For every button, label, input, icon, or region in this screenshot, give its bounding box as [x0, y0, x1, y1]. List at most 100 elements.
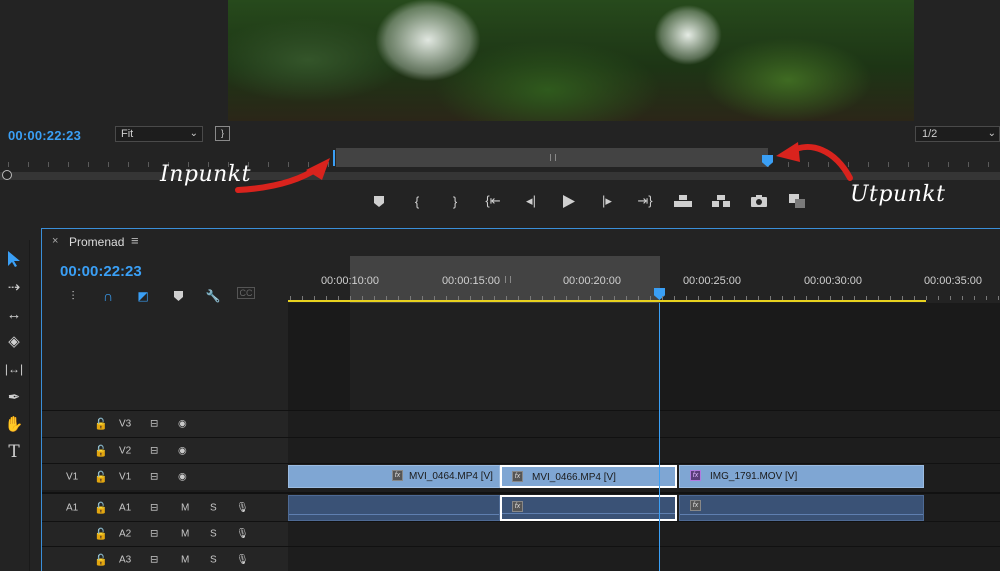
sync-lock-icon[interactable]: ⊟	[150, 502, 158, 513]
captions-icon[interactable]: CC	[237, 287, 255, 299]
track-content[interactable]	[288, 522, 1000, 546]
sync-lock-icon[interactable]: ⊟	[150, 529, 158, 540]
timeline-timecode[interactable]: 00:00:22:23	[60, 263, 142, 280]
step-back-icon[interactable]: ◂|	[520, 191, 542, 211]
range-grip[interactable]	[550, 154, 556, 161]
track-header: 🔓 V2 ⊟ ◉	[42, 438, 288, 463]
comparison-icon[interactable]	[786, 191, 808, 211]
audio-clip[interactable]: fx	[679, 495, 924, 521]
camera-icon[interactable]	[748, 191, 770, 211]
track-area-empty	[288, 303, 350, 410]
track-content[interactable]	[288, 411, 1000, 437]
ruler-tick	[878, 296, 879, 300]
work-area-bar[interactable]	[288, 300, 926, 302]
pen-tool-icon[interactable]: ✒	[3, 386, 25, 408]
track-name[interactable]: V2	[119, 445, 131, 456]
sequence-name[interactable]: Promenad	[69, 235, 124, 249]
mark-out-icon[interactable]: }	[444, 191, 466, 211]
selection-tool-icon[interactable]	[3, 248, 25, 270]
ruler-tick	[830, 296, 831, 300]
slip-tool-icon[interactable]: |↔|	[3, 358, 25, 380]
play-icon[interactable]	[558, 191, 580, 211]
settings-wrench-icon[interactable]: 🔧	[202, 287, 224, 305]
go-to-out-icon[interactable]: ⇥}	[634, 191, 656, 211]
video-clip-selected[interactable]: fx MVI_0466.MP4 [V]	[500, 465, 677, 488]
track-select-tool-icon[interactable]: ⇢	[3, 276, 25, 298]
source-patch[interactable]: V1	[66, 472, 78, 483]
timeline-ruler[interactable]: 00:00:10:00 00:00:15:00 00:00:20:00 00:0…	[288, 253, 1000, 303]
ruler-tick	[578, 296, 579, 300]
video-clip[interactable]: fx IMG_1791.MOV [V]	[679, 465, 924, 488]
track-name[interactable]: V3	[119, 419, 131, 430]
ruler-tick	[866, 296, 867, 300]
lock-icon[interactable]: 🔓	[94, 418, 108, 431]
transport-controls: { } {⇤ ◂| |▸ ⇥}	[368, 190, 824, 212]
monitor-in-out-range[interactable]	[336, 148, 768, 167]
range-grip[interactable]	[505, 276, 511, 283]
microphone-icon[interactable]: 🎙	[236, 502, 249, 513]
track-content[interactable]	[288, 438, 1000, 463]
lock-icon[interactable]: 🔓	[94, 528, 108, 541]
timeline-tab[interactable]: × Promenad ≡	[42, 229, 1000, 253]
linked-selection-icon[interactable]: ◩	[132, 287, 154, 305]
sync-lock-icon[interactable]: ⊟	[150, 419, 158, 430]
type-tool-icon[interactable]: T	[3, 441, 25, 463]
zoom-select[interactable]: Fit ⌄	[115, 126, 203, 142]
resolution-select[interactable]: 1/2 ⌄	[915, 126, 1000, 142]
lift-icon[interactable]	[672, 191, 694, 211]
fx-badge-icon: fx	[690, 470, 701, 481]
marker-icon[interactable]	[368, 191, 390, 211]
go-to-in-icon[interactable]: {⇤	[482, 191, 504, 211]
video-clip[interactable]: fx MVI_0464.MP4 [V]	[288, 465, 500, 488]
hand-tool-icon[interactable]: ✋	[3, 413, 25, 435]
audio-clip-selected[interactable]: fx	[500, 495, 677, 521]
track-header: 🔓 V3 ⊟ ◉	[42, 411, 288, 437]
settings-wrench-icon[interactable]: }	[215, 126, 230, 141]
lock-icon[interactable]: 🔓	[94, 471, 108, 484]
monitor-timecode[interactable]: 00:00:22:23	[8, 128, 81, 143]
solo-button[interactable]: S	[210, 502, 217, 513]
track-name[interactable]: A2	[119, 529, 131, 540]
track-content[interactable]	[288, 547, 1000, 571]
track-content[interactable]: fx fx	[288, 494, 1000, 521]
microphone-icon[interactable]: 🎙	[236, 554, 249, 565]
lock-icon[interactable]: 🔓	[94, 501, 108, 514]
razor-tool-icon[interactable]: ◈	[3, 330, 25, 352]
audio-clip[interactable]	[288, 495, 500, 521]
eye-icon[interactable]: ◉	[178, 445, 187, 456]
solo-button[interactable]: S	[210, 554, 217, 565]
mute-button[interactable]: M	[181, 529, 189, 540]
add-marker-icon[interactable]	[167, 287, 189, 305]
solo-button[interactable]: S	[210, 529, 217, 540]
scrollbar-handle[interactable]	[2, 170, 12, 180]
source-patch[interactable]: A1	[66, 502, 78, 513]
monitor-in-point-marker[interactable]	[333, 150, 338, 166]
track-name[interactable]: A1	[119, 502, 131, 513]
ripple-edit-tool-icon[interactable]: ↔	[3, 303, 25, 325]
sync-lock-icon[interactable]: ⊟	[150, 554, 158, 565]
lock-icon[interactable]: 🔓	[94, 553, 108, 566]
close-icon[interactable]: ×	[52, 235, 58, 247]
panel-menu-icon[interactable]: ≡	[131, 233, 139, 248]
ruler-tick	[848, 162, 849, 167]
track-content[interactable]: fx MVI_0464.MP4 [V] fx MVI_0466.MP4 [V] …	[288, 464, 1000, 490]
mute-button[interactable]: M	[181, 554, 189, 565]
ruler-label: 00:00:20:00	[562, 275, 622, 287]
eye-icon[interactable]: ◉	[178, 419, 187, 430]
track-header: 🔓 A3 ⊟ M S 🎙	[42, 547, 288, 571]
eye-icon[interactable]: ◉	[178, 472, 187, 483]
sync-lock-icon[interactable]: ⊟	[150, 472, 158, 483]
snap-magnet-icon[interactable]: ∩	[97, 287, 119, 305]
nest-icon[interactable]: ⫶	[62, 287, 84, 305]
monitor-zoom-scrollbar[interactable]	[0, 172, 1000, 180]
track-name[interactable]: V1	[119, 472, 131, 483]
track-name[interactable]: A3	[119, 554, 131, 565]
microphone-icon[interactable]: 🎙	[236, 529, 249, 540]
mark-in-icon[interactable]: {	[406, 191, 428, 211]
mute-button[interactable]: M	[181, 502, 189, 513]
ruler-tick	[362, 296, 363, 300]
step-forward-icon[interactable]: |▸	[596, 191, 618, 211]
sync-lock-icon[interactable]: ⊟	[150, 445, 158, 456]
lock-icon[interactable]: 🔓	[94, 444, 108, 457]
extract-icon[interactable]	[710, 191, 732, 211]
